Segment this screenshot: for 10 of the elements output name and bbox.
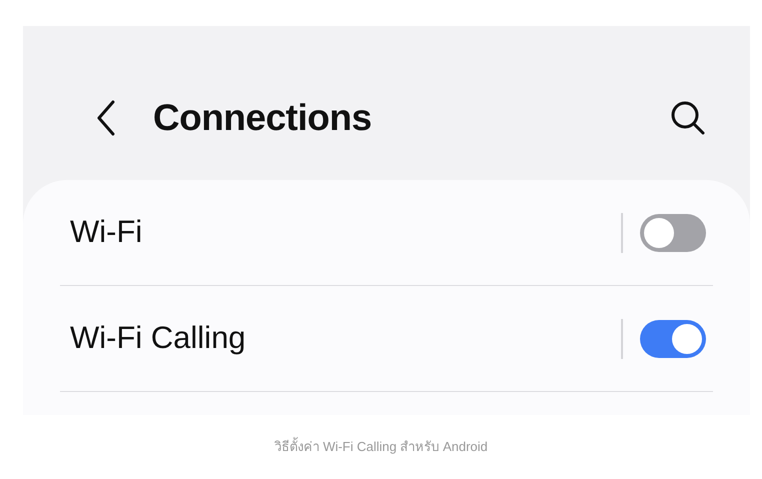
setting-row[interactable]: Wi-Fi Calling <box>60 286 713 392</box>
setting-label: Wi-Fi Calling <box>70 319 247 358</box>
toggle-switch[interactable] <box>640 320 706 358</box>
search-icon <box>670 100 706 136</box>
image-caption: วิธีตั้งค่า Wi-Fi Calling สำหรับ Android <box>274 437 488 456</box>
toggle-switch[interactable] <box>640 214 706 252</box>
screen-title: Connections <box>153 96 372 140</box>
setting-row[interactable]: Wi-Fi <box>60 180 713 286</box>
back-icon <box>96 100 116 136</box>
setting-label: Wi-Fi <box>70 213 144 252</box>
